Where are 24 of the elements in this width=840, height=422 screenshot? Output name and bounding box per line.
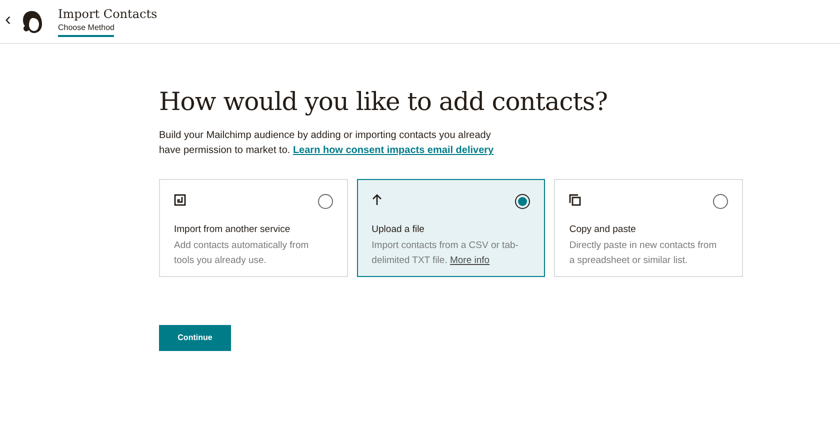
intro-text: Build your Mailchimp audience by adding or importing contacts you already have permission to market to. Learn how consent impacts email delivery: [159, 129, 495, 158]
option-card[interactable]: Copy and paste Directly paste in new contacts from a spreadsheet or similar list.: [554, 179, 743, 277]
option-card[interactable]: Import from another service Add contacts automatically from tools you already use.: [159, 179, 348, 277]
option-description: Add contacts automatically from tools you already use.: [174, 239, 310, 268]
option-description: Directly paste in new contacts from a spreadsheet or similar list.: [569, 239, 718, 268]
option-card[interactable]: Upload a file Import contacts from a CSV or tab-delimited TXT file. More info: [356, 179, 546, 277]
more-info-link[interactable]: More info: [450, 255, 490, 266]
page-heading: How would you like to add contacts?: [159, 86, 609, 118]
arrow-up-icon: [372, 194, 382, 206]
import-icon: [174, 194, 186, 206]
copy-icon: [569, 194, 582, 206]
logo-icon: [21, 10, 43, 34]
radio-button[interactable]: [713, 194, 728, 209]
option-title: Upload a file: [372, 223, 426, 236]
radio-button[interactable]: [515, 194, 530, 209]
option-description: Import contacts from a CSV or tab-delimited TXT file. More info: [372, 239, 520, 268]
consent-link[interactable]: Learn how consent impacts email delivery: [292, 145, 494, 156]
page-title: Import Contacts: [58, 6, 158, 22]
option-title: Import from another service: [174, 223, 292, 236]
continue-button[interactable]: Continue: [159, 325, 231, 351]
back-button[interactable]: ‹: [3, 10, 13, 34]
radio-button[interactable]: [318, 194, 333, 209]
option-title: Copy and paste: [569, 223, 637, 236]
step-tab[interactable]: Choose Method: [58, 22, 114, 37]
